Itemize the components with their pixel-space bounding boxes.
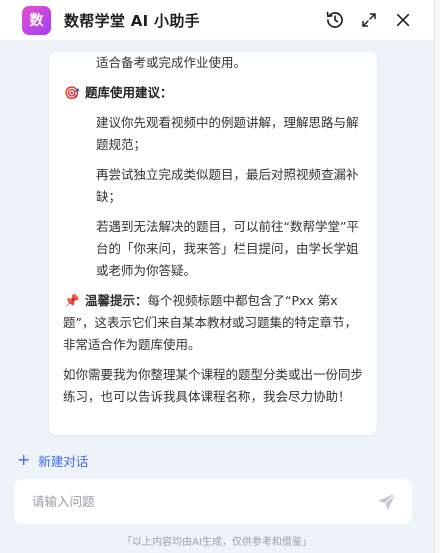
plus-icon: + [17, 450, 31, 469]
app-logo: 数 [22, 5, 51, 35]
list-item: 若遇到无法解决的题目，可以前往“数帮学堂”平台的「你来问，我来答」栏目提问，由学… [96, 219, 359, 278]
close-icon[interactable] [392, 9, 414, 31]
message-content: 适合备考或完成作业使用。 🎯 题库使用建议： 建议你先观看视频中的例题讲解，理解思… [49, 52, 377, 408]
tip-paragraph: 📌 温馨提示：每个视频标题中都包含了“Pxx 第x题”，这表示它们来自某本教材或习… [63, 290, 363, 356]
section-heading: 🎯 题库使用建议： [63, 82, 363, 104]
message-line: 适合备考或完成作业使用。 [96, 55, 247, 70]
disclaimer-footer: 「以上内容均由AI生成，仅供参考和借鉴」 [122, 537, 312, 548]
section-title: 题库使用建议： [85, 85, 173, 100]
pushpin-icon: 📌 [64, 293, 80, 308]
list-item: 再尝试独立完成类似题目，最后对照视频查漏补缺； [96, 167, 359, 204]
new-chat-label: 新建对话 [38, 453, 89, 469]
tip-label: 温馨提示： [85, 293, 148, 308]
send-icon[interactable] [376, 491, 398, 513]
list-item: 建议你先观看视频中的例题讲解，理解思路与解题规范； [96, 115, 359, 152]
closing-paragraph: 如你需要我为你整理某个课程的题型分类或出一份同步练习，也可以告诉我具体课程名称，… [63, 367, 364, 404]
target-icon: 🎯 [64, 85, 80, 100]
expand-icon[interactable] [358, 9, 380, 31]
assistant-message-card: 适合备考或完成作业使用。 🎯 题库使用建议： 建议你先观看视频中的例题讲解，理解思… [49, 52, 377, 435]
header-bar: 数 数帮学堂 AI 小助手 [0, 0, 434, 40]
new-chat-button[interactable]: + 新建对话 [17, 450, 88, 470]
chat-input-box [14, 479, 412, 524]
app-title: 数帮学堂 AI 小助手 [64, 11, 200, 30]
history-icon[interactable] [324, 9, 346, 31]
window-edge [434, 0, 440, 553]
question-input[interactable] [32, 494, 362, 509]
